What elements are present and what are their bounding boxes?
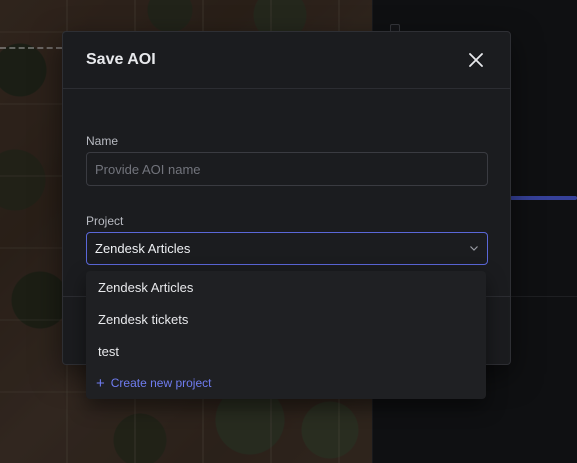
project-label: Project	[86, 214, 124, 228]
close-button[interactable]	[464, 48, 488, 72]
create-new-project-label: Create new project	[110, 376, 212, 390]
dialog-header: Save AOI	[63, 32, 510, 89]
project-selected-value: Zendesk Articles	[95, 241, 191, 256]
create-new-project-button[interactable]: + Create new project	[86, 367, 486, 399]
project-option[interactable]: Zendesk Articles	[86, 271, 486, 303]
dialog-title: Save AOI	[86, 51, 156, 68]
project-option[interactable]: test	[86, 335, 486, 367]
chevron-down-icon	[469, 244, 479, 254]
name-label: Name	[86, 134, 119, 148]
plus-icon: +	[96, 374, 105, 392]
project-option[interactable]: Zendesk tickets	[86, 303, 486, 335]
project-dropdown-menu: Zendesk Articles Zendesk tickets test + …	[86, 271, 486, 399]
close-icon	[469, 53, 483, 67]
project-select[interactable]: Zendesk Articles	[86, 232, 488, 265]
aoi-name-input[interactable]	[86, 152, 488, 186]
